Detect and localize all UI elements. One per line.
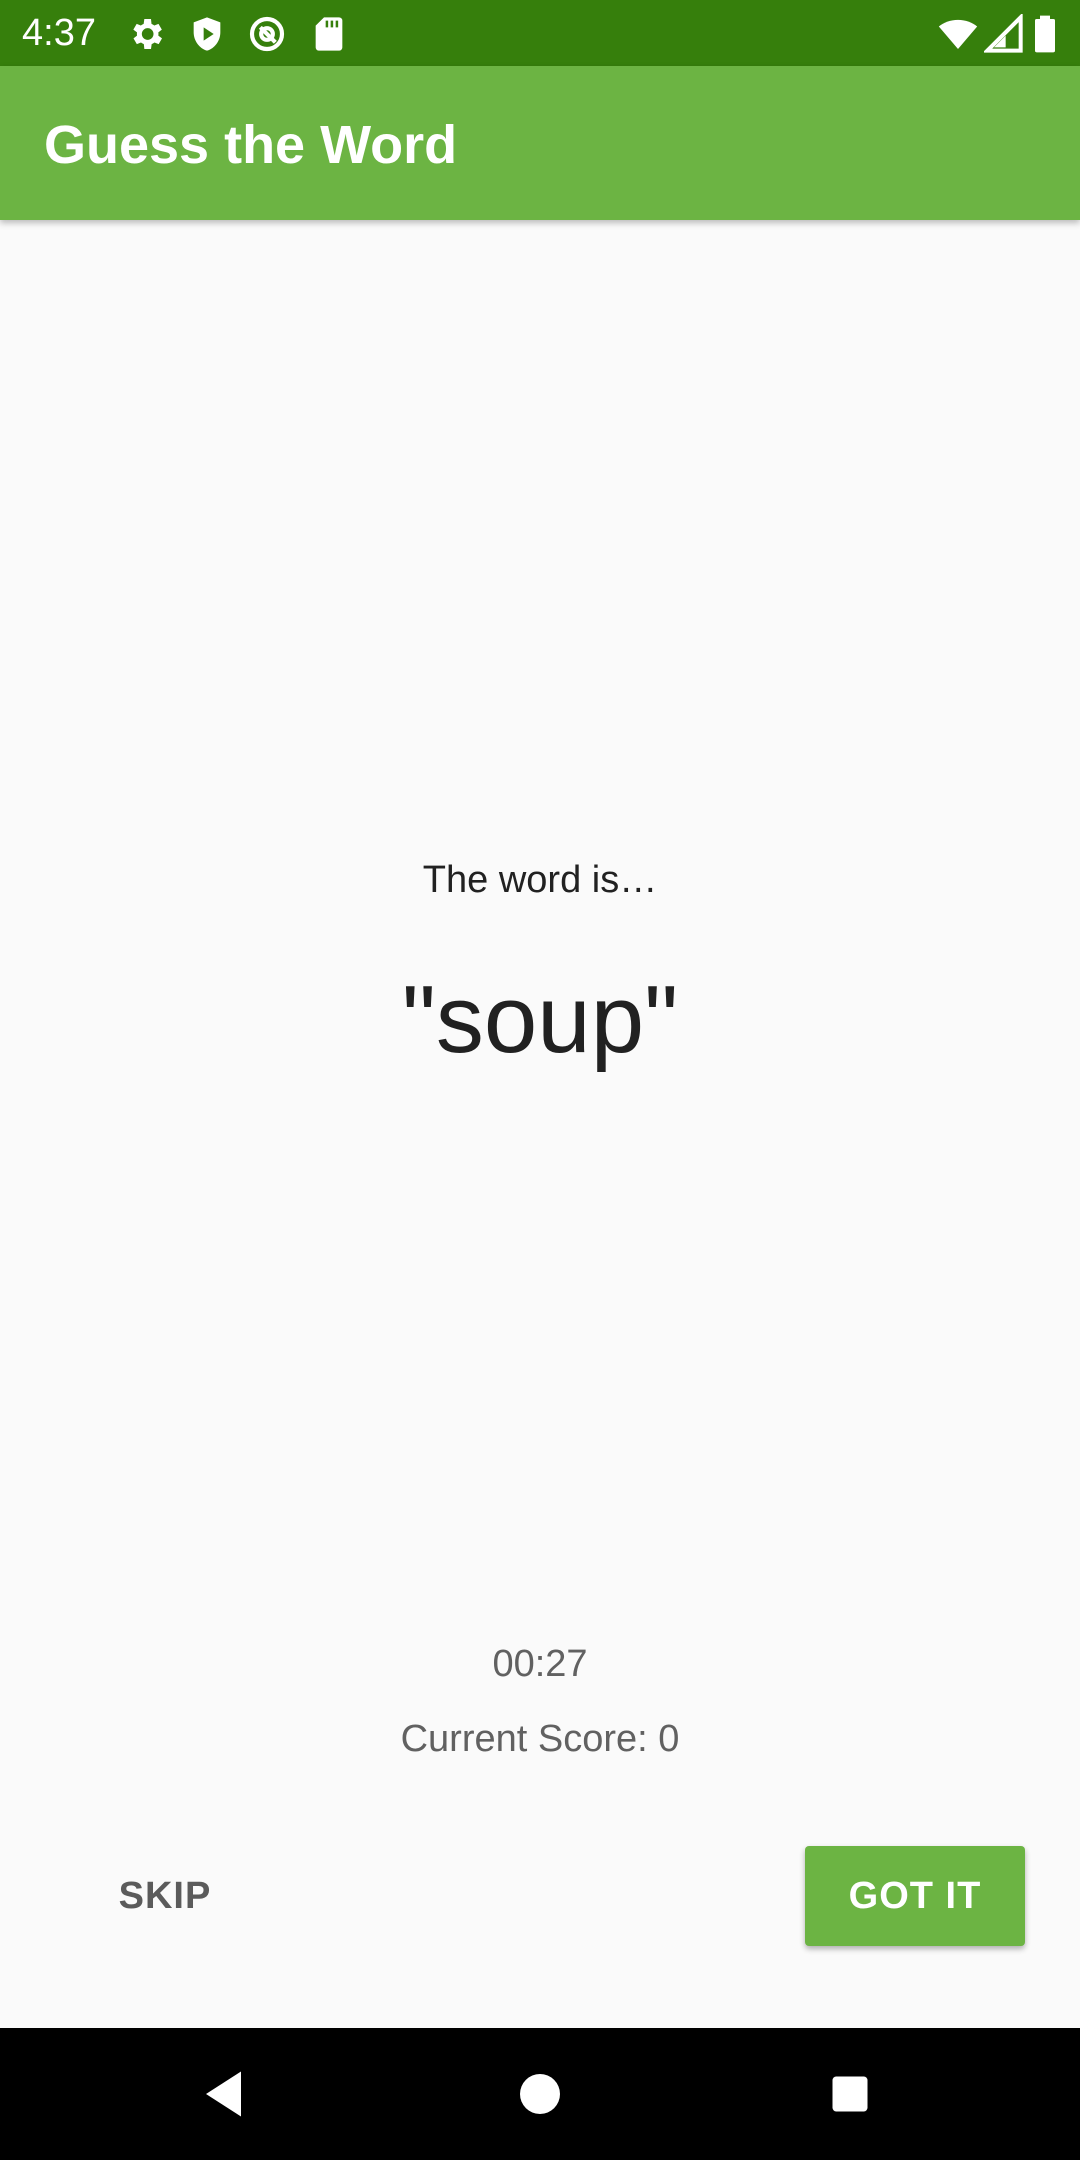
at-sign-icon <box>249 16 285 52</box>
got-it-button[interactable]: GOT IT <box>805 1846 1025 1946</box>
current-word: "soup" <box>401 966 679 1073</box>
sd-card-icon <box>315 17 343 51</box>
signal-icon <box>984 14 1023 53</box>
navigation-bar <box>0 2028 1080 2160</box>
recents-icon[interactable] <box>820 2064 880 2124</box>
back-icon[interactable] <box>196 2064 256 2124</box>
status-bar: 4:37 <box>0 0 1080 66</box>
timer: 00:27 <box>492 1643 588 1685</box>
home-icon[interactable] <box>510 2064 570 2124</box>
current-score: Current Score: 0 <box>400 1718 680 1760</box>
app-title: Guess the Word <box>44 115 458 175</box>
battery-icon <box>1035 15 1055 53</box>
skip-button[interactable]: SKIP <box>90 1846 240 1946</box>
word-label: The word is… <box>422 859 658 901</box>
app-bar: Guess the Word <box>0 66 1080 220</box>
status-time: 4:37 <box>22 12 96 54</box>
shield-icon <box>193 17 221 51</box>
wifi-icon <box>938 19 978 49</box>
settings-icon <box>133 19 162 49</box>
